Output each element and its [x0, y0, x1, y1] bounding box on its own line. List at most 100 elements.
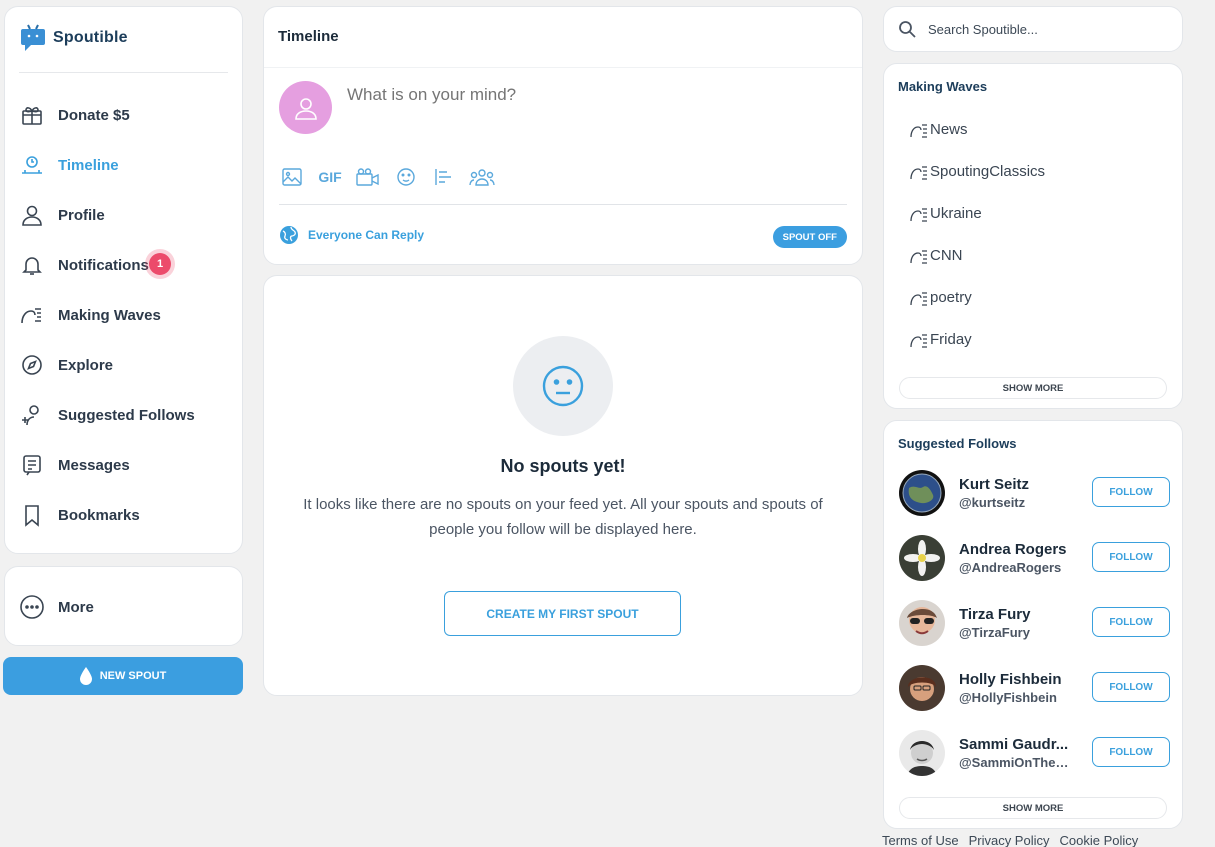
search-icon [898, 20, 916, 38]
follow-info: Kurt Seitz @kurtseitz [959, 476, 1077, 510]
nav-item-profile[interactable]: Profile [19, 198, 229, 232]
nav-label: Notifications [58, 256, 149, 274]
suggested-follow-row: Tirza Fury @TirzaFury FOLLOW [899, 599, 1170, 647]
spoutible-logo-icon [21, 24, 45, 51]
bookmark-icon [19, 502, 45, 528]
follow-info: Holly Fishbein @HollyFishbein [959, 671, 1077, 705]
nav-item-notifications[interactable]: Notifications 1 [19, 248, 229, 282]
privacy-link[interactable]: Privacy Policy [969, 833, 1050, 847]
left-sidebar: Spoutible Donate $5 Timeline Profile Not… [4, 6, 243, 554]
compass-icon [19, 352, 45, 378]
terms-link[interactable]: Terms of Use [882, 833, 959, 847]
image-icon[interactable] [279, 165, 305, 189]
wave-icon [910, 206, 930, 222]
emoji-icon[interactable] [393, 165, 419, 189]
making-waves-card: Making Waves News SpoutingClassics Ukraine… [883, 63, 1183, 409]
follow-handle: @AndreaRogers [959, 560, 1062, 575]
avatar[interactable] [899, 730, 945, 776]
page-title: Timeline [278, 28, 339, 45]
notification-badge: 1 [149, 253, 171, 275]
nav-item-suggested-follows[interactable]: Suggested Follows [19, 398, 229, 432]
follow-name[interactable]: Holly Fishbein [959, 671, 1077, 688]
making-waves-label: Ukraine [930, 205, 982, 222]
making-waves-item[interactable]: Friday [910, 331, 972, 348]
nav-label: Suggested Follows [58, 406, 195, 424]
show-more-follows-button[interactable]: SHOW MORE [899, 797, 1167, 819]
spout-off-button[interactable]: SPOUT OFF [772, 226, 847, 248]
wave-icon [910, 164, 930, 180]
avatar[interactable] [899, 535, 945, 581]
footer-links: Terms of Use Privacy Policy Cookie Polic… [882, 833, 1148, 847]
follow-name[interactable]: Andrea Rogers [959, 541, 1077, 558]
avatar[interactable] [899, 600, 945, 646]
avatar[interactable] [279, 81, 332, 134]
nav-item-bookmarks[interactable]: Bookmarks [19, 498, 229, 532]
making-waves-item[interactable]: News [910, 121, 968, 138]
wave-icon [19, 302, 45, 328]
poll-icon[interactable] [431, 165, 457, 189]
follow-button[interactable]: FOLLOW [1092, 477, 1170, 507]
follow-info: Sammi Gaudr... @SammiOnTheM... [959, 736, 1077, 770]
nav-item-making-waves[interactable]: Making Waves [19, 298, 229, 332]
follow-name[interactable]: Tirza Fury [959, 606, 1077, 623]
follow-button[interactable]: FOLLOW [1092, 542, 1170, 572]
composer-card: Timeline GIF Everyone Can Reply SPOUT OF… [263, 6, 863, 265]
suggested-follow-row: Andrea Rogers @AndreaRogers FOLLOW [899, 534, 1170, 582]
making-waves-item[interactable]: CNN [910, 247, 963, 264]
nav-item-timeline[interactable]: Timeline [19, 148, 229, 182]
gif-label: GIF [318, 169, 342, 185]
group-icon[interactable] [469, 165, 495, 189]
neutral-face-icon [542, 365, 584, 407]
search-bar [883, 6, 1183, 52]
avatar[interactable] [899, 665, 945, 711]
create-first-spout-button[interactable]: CREATE MY FIRST SPOUT [444, 591, 681, 636]
reply-setting[interactable]: Everyone Can Reply [279, 225, 424, 245]
timeline-icon [19, 152, 45, 178]
wave-icon [910, 290, 930, 306]
cookie-link[interactable]: Cookie Policy [1060, 833, 1139, 847]
suggested-follow-row: Holly Fishbein @HollyFishbein FOLLOW [899, 664, 1170, 712]
spout-input[interactable] [347, 85, 827, 105]
follow-button[interactable]: FOLLOW [1092, 607, 1170, 637]
new-spout-label: NEW SPOUT [99, 670, 167, 682]
nav-item-explore[interactable]: Explore [19, 348, 229, 382]
follow-handle: @SammiOnTheM... [959, 755, 1077, 770]
gif-icon[interactable]: GIF [317, 165, 343, 189]
follow-handle: @HollyFishbein [959, 690, 1057, 705]
making-waves-item[interactable]: poetry [910, 289, 972, 306]
wave-icon [910, 332, 930, 348]
follow-button[interactable]: FOLLOW [1092, 672, 1170, 702]
making-waves-title: Making Waves [898, 79, 988, 94]
reply-setting-label: Everyone Can Reply [308, 228, 425, 242]
new-spout-button[interactable]: NEW SPOUT [3, 657, 243, 695]
video-icon[interactable] [355, 165, 381, 189]
nav-item-donate[interactable]: Donate $5 [19, 98, 229, 132]
brand-logo[interactable]: Spoutible [19, 23, 128, 53]
making-waves-item[interactable]: Ukraine [910, 205, 982, 222]
nav-item-more[interactable]: More [19, 590, 229, 624]
follow-info: Tirza Fury @TirzaFury [959, 606, 1077, 640]
more-card: More [4, 566, 243, 646]
nav-label: Profile [58, 206, 105, 224]
nav-label: More [58, 598, 94, 616]
more-icon [19, 594, 45, 620]
follow-name[interactable]: Kurt Seitz [959, 476, 1077, 493]
follow-button[interactable]: FOLLOW [1092, 737, 1170, 767]
user-icon [19, 202, 45, 228]
wave-icon [910, 122, 930, 138]
search-input[interactable] [928, 21, 1158, 37]
follow-name[interactable]: Sammi Gaudr... [959, 736, 1077, 753]
drop-icon [79, 667, 92, 685]
making-waves-item[interactable]: SpoutingClassics [910, 163, 1045, 180]
avatar[interactable] [899, 470, 945, 516]
making-waves-label: CNN [930, 247, 963, 264]
show-more-waves-button[interactable]: SHOW MORE [899, 377, 1167, 399]
suggested-follows-title: Suggested Follows [898, 436, 1017, 451]
nav-item-messages[interactable]: Messages [19, 448, 229, 482]
message-icon [19, 452, 45, 478]
making-waves-label: Friday [930, 331, 972, 348]
divider [19, 72, 228, 73]
follow-handle: @kurtseitz [959, 495, 1026, 510]
nav-label: Messages [58, 456, 130, 474]
making-waves-label: News [930, 121, 968, 138]
